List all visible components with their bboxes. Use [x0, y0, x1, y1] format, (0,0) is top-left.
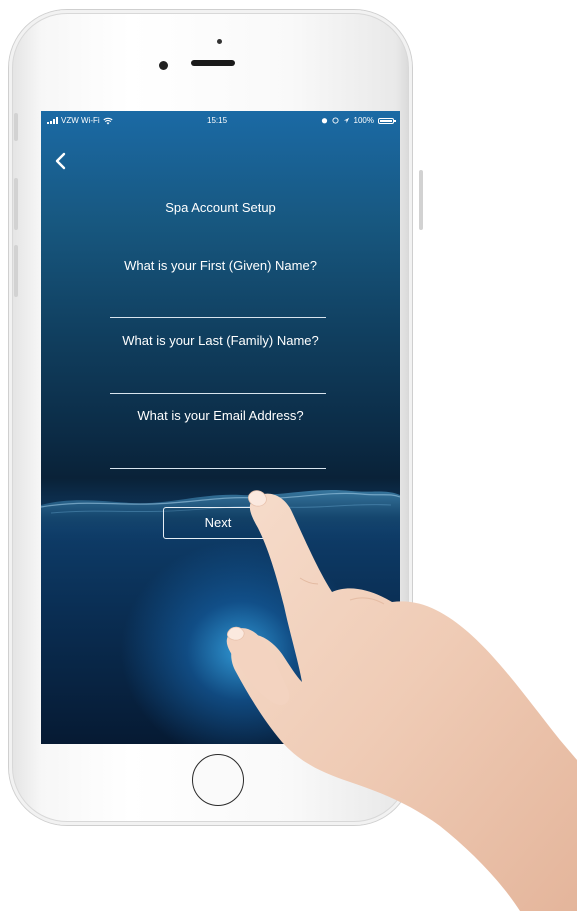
email-field[interactable]: [110, 448, 326, 469]
carrier-label: VZW Wi-Fi: [61, 116, 100, 125]
battery-icon: [378, 117, 396, 124]
orientation-lock-icon: [331, 117, 339, 124]
next-button[interactable]: Next: [163, 507, 273, 539]
front-camera: [159, 61, 168, 70]
earpiece-speaker: [191, 60, 235, 66]
clock: 15:15: [207, 116, 228, 125]
status-right: 100%: [321, 116, 396, 125]
volume-down-button: [14, 245, 18, 297]
proximity-sensor: [217, 39, 222, 44]
page-title: Spa Account Setup: [165, 200, 276, 215]
status-left: VZW Wi-Fi: [47, 116, 113, 125]
signal-strength-icon: [47, 117, 58, 124]
first-name-field[interactable]: [110, 297, 326, 318]
battery-percent: 100%: [353, 116, 374, 125]
app-screen: VZW Wi-Fi 15:15 100% Spa Account Setup W…: [41, 111, 400, 744]
stage: VZW Wi-Fi 15:15 100% Spa Account Setup W…: [0, 0, 577, 911]
location-arrow-icon: [343, 117, 349, 124]
volume-up-button: [14, 178, 18, 230]
home-button[interactable]: [192, 754, 244, 806]
power-button: [419, 170, 423, 230]
back-chevron-icon[interactable]: [51, 151, 71, 171]
phone-device: VZW Wi-Fi 15:15 100% Spa Account Setup W…: [9, 10, 423, 825]
email-label: What is your Email Address?: [137, 408, 304, 423]
first-name-label: What is your First (Given) Name?: [124, 258, 317, 273]
last-name-field[interactable]: [110, 373, 326, 394]
status-bar: VZW Wi-Fi 15:15 100%: [41, 111, 400, 129]
wifi-icon: [103, 117, 113, 124]
last-name-label: What is your Last (Family) Name?: [122, 333, 319, 348]
alarm-icon: [321, 118, 327, 124]
mute-switch: [14, 113, 18, 141]
